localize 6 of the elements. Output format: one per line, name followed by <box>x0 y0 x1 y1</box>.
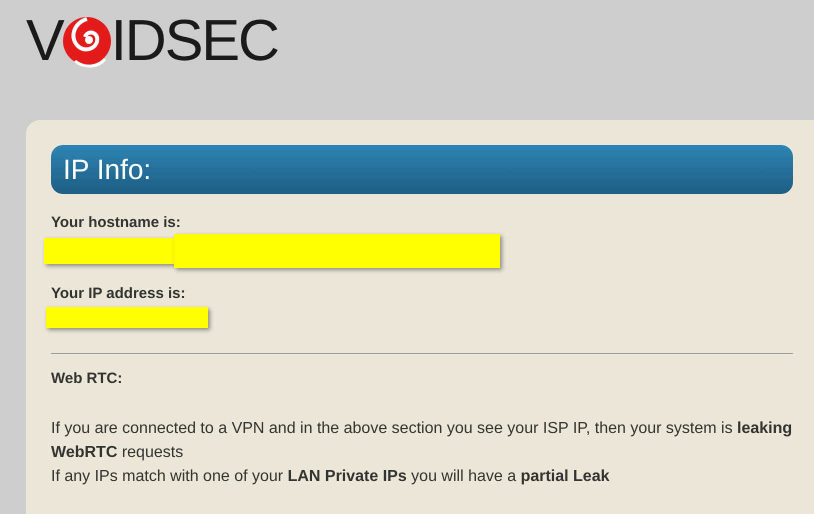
field-label: Your IP address is: <box>51 285 186 303</box>
info-paragraph: If any IPs match with one of your LAN Private IPs you will have a partial Leak <box>51 466 610 486</box>
section-title: Web RTC: <box>51 369 124 389</box>
panel-title: IP Info: <box>63 152 152 186</box>
logo-text: V IDSEC <box>26 9 278 73</box>
field-label: Your hostname is: <box>51 214 182 232</box>
